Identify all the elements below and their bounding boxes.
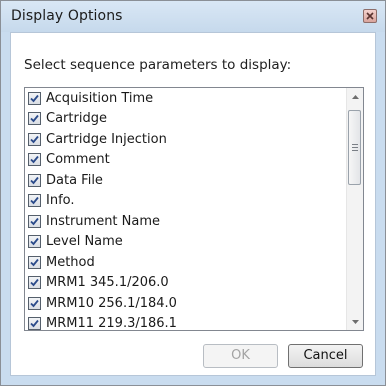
parameter-checkbox[interactable] <box>28 194 41 208</box>
parameter-label: Method <box>46 254 95 270</box>
scroll-grip-line <box>352 147 358 148</box>
checkmark-icon <box>30 279 39 287</box>
ok-button[interactable]: OK <box>203 344 278 368</box>
list-item[interactable]: Comment <box>25 150 343 171</box>
parameter-checkbox[interactable] <box>28 112 41 126</box>
parameter-label: MRM10 256.1/184.0 <box>46 295 177 311</box>
checkmark-icon <box>30 176 39 185</box>
list-item[interactable]: Data File <box>25 170 343 191</box>
list-item[interactable]: MRM10 256.1/184.0 <box>25 293 343 314</box>
parameter-label: MRM11 219.3/186.1 <box>46 316 177 331</box>
parameter-label: Comment <box>46 152 110 168</box>
list-item[interactable]: MRM11 219.3/186.1 <box>25 314 343 331</box>
dialog-window: Display Options Select sequence paramete… <box>0 0 386 386</box>
checkmark-icon <box>30 197 39 205</box>
chevron-up-icon <box>351 95 359 99</box>
checkmark-icon <box>30 217 39 226</box>
checkmark-icon <box>30 238 39 246</box>
parameter-label: MRM1 345.1/206.0 <box>46 275 169 291</box>
parameter-checkbox[interactable] <box>28 173 41 187</box>
parameter-checkbox[interactable] <box>28 317 41 330</box>
window-title: Display Options <box>11 8 123 24</box>
parameter-checkbox[interactable] <box>28 235 41 249</box>
list-item[interactable]: Acquisition Time <box>25 88 343 109</box>
list-item[interactable]: Cartridge <box>25 109 343 130</box>
parameter-label: Acquisition Time <box>46 90 154 106</box>
close-icon <box>366 12 374 20</box>
checkmark-icon <box>30 156 39 164</box>
checkmark-icon <box>30 135 39 144</box>
checkmark-icon <box>30 115 39 123</box>
parameter-list[interactable]: Acquisition Time Cartridge Cartridge Injec… <box>24 87 364 331</box>
vertical-scrollbar[interactable] <box>346 88 363 330</box>
parameter-checkbox[interactable] <box>28 296 41 310</box>
cancel-button[interactable]: Cancel <box>288 344 363 368</box>
parameter-checkbox[interactable] <box>28 276 41 290</box>
scroll-grip-icon <box>352 144 358 145</box>
close-button[interactable] <box>363 9 377 23</box>
parameter-checkbox[interactable] <box>28 214 41 228</box>
list-item[interactable]: Instrument Name <box>25 211 343 232</box>
title-bar[interactable]: Display Options <box>1 1 385 32</box>
scroll-grip-line <box>352 150 358 151</box>
checkmark-icon <box>30 258 39 267</box>
dialog-content: Select sequence parameters to display: A… <box>10 32 376 376</box>
checkmark-icon <box>30 320 39 328</box>
parameter-list-items: Acquisition Time Cartridge Cartridge Injec… <box>25 88 343 331</box>
list-item[interactable]: Info. <box>25 191 343 212</box>
list-item[interactable]: MRM1 345.1/206.0 <box>25 273 343 294</box>
parameter-label: Level Name <box>46 234 123 250</box>
parameter-label: Instrument Name <box>46 213 161 229</box>
parameter-label: Data File <box>46 172 103 188</box>
list-item[interactable]: Cartridge Injection <box>25 129 343 150</box>
instruction-text: Select sequence parameters to display: <box>24 57 292 73</box>
scroll-down-button[interactable] <box>347 313 363 330</box>
checkmark-icon <box>30 94 39 103</box>
list-item[interactable]: Method <box>25 252 343 273</box>
scroll-thumb[interactable] <box>348 110 361 185</box>
list-item[interactable]: Level Name <box>25 232 343 253</box>
parameter-checkbox[interactable] <box>28 132 41 146</box>
parameter-label: Info. <box>46 193 75 209</box>
chevron-down-icon <box>351 320 359 324</box>
parameter-label: Cartridge Injection <box>46 131 167 147</box>
parameter-checkbox[interactable] <box>28 153 41 167</box>
checkmark-icon <box>30 299 39 308</box>
parameter-label: Cartridge <box>46 111 107 127</box>
parameter-checkbox[interactable] <box>28 91 41 105</box>
parameter-checkbox[interactable] <box>28 255 41 269</box>
scroll-up-button[interactable] <box>347 88 363 105</box>
